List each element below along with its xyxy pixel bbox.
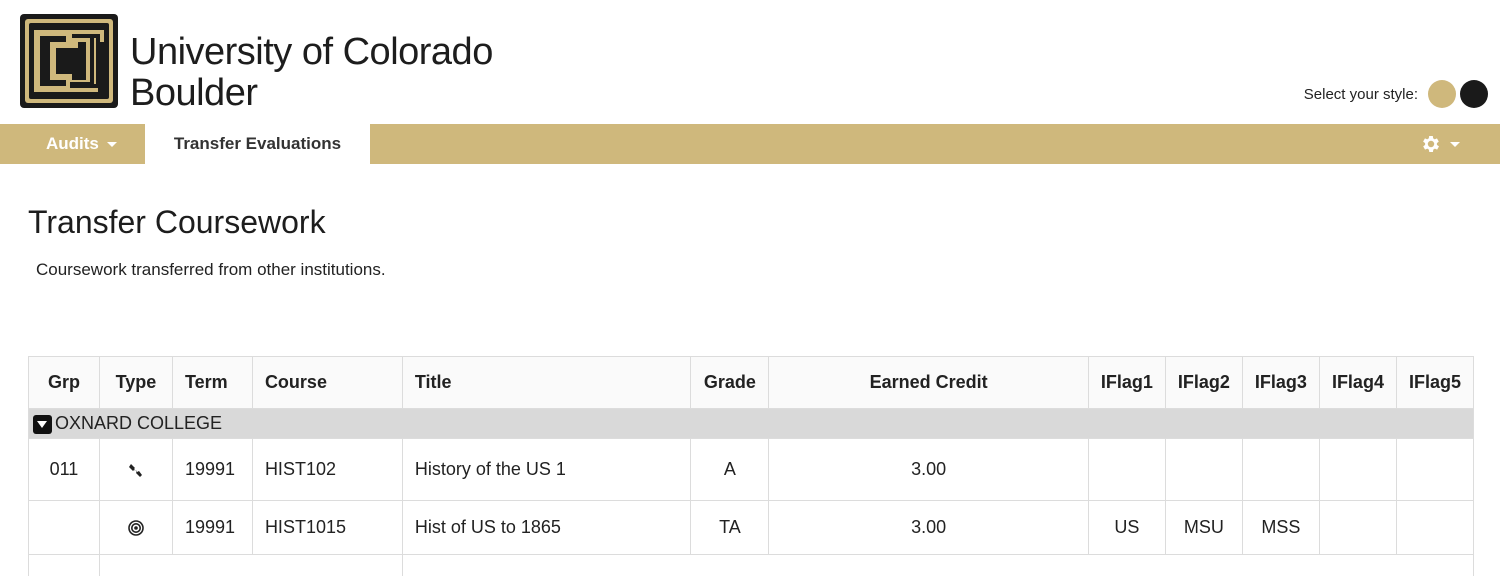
cell-iflag3: MSS — [1241, 500, 1320, 555]
col-header-title[interactable]: Title — [401, 356, 692, 409]
nav-audits-label: Audits — [46, 134, 99, 153]
cell-iflag2: MSU — [1164, 500, 1243, 555]
cell-course: HIST102 — [251, 438, 403, 501]
style-label: Select your style: — [1303, 85, 1418, 103]
col-header-iflag5[interactable]: IFlag5 — [1395, 356, 1475, 409]
cu-logo[interactable] — [20, 14, 118, 108]
cell-term: 19991 — [171, 500, 253, 555]
wrench-icon — [128, 464, 142, 478]
cell-course: HIST1015 — [251, 500, 403, 555]
group-row-oxnard-college: OXNARD COLLEGE — [28, 408, 1474, 439]
group-cell: OXNARD COLLEGE — [28, 408, 1474, 439]
table-row: 011 19991 HIST102 History of the US 1 A … — [28, 438, 1475, 501]
brand-name: University of Colorado Boulder — [130, 32, 493, 114]
col-header-grp[interactable]: Grp — [28, 356, 100, 409]
cell-grade: A — [690, 438, 770, 501]
cell-earned-credit: 3.00 — [768, 438, 1089, 501]
col-header-type[interactable]: Type — [98, 356, 173, 409]
nav-audits-dropdown[interactable]: Audits — [28, 124, 135, 164]
col-header-iflag4[interactable]: IFlag4 — [1318, 356, 1397, 409]
page-description: Coursework transferred from other instit… — [36, 260, 386, 279]
col-header-grade[interactable]: Grade — [690, 356, 770, 409]
cell-earned-credit: 3.00 — [768, 500, 1089, 555]
brand-line-2: Boulder — [130, 72, 258, 114]
col-header-iflag3[interactable]: IFlag3 — [1241, 356, 1320, 409]
cell-grade: TA — [690, 500, 770, 555]
cell-type — [98, 500, 173, 555]
collapse-toggle-icon[interactable] — [33, 414, 52, 434]
black-style-swatch[interactable] — [1460, 80, 1488, 108]
cell-title: History of the US 1 — [401, 438, 692, 501]
cell-iflag3 — [1241, 438, 1320, 501]
cell-iflag2 — [1164, 438, 1243, 501]
brand-line-1: University of Colorado — [130, 31, 493, 73]
cell-empty — [28, 554, 100, 576]
main-nav: Audits Transfer Evaluations — [0, 124, 1500, 164]
table-header-row: Grp Type Term Course Title Grade Earned … — [28, 356, 1475, 409]
cell-iflag1 — [1087, 438, 1166, 501]
nav-transfer-label: Transfer Evaluations — [173, 134, 342, 153]
cell-iflag5 — [1395, 438, 1475, 501]
caret-down-icon — [1450, 141, 1460, 147]
group-name: OXNARD COLLEGE — [55, 413, 223, 433]
col-header-term[interactable]: Term — [171, 356, 253, 409]
cell-iflag5 — [1395, 500, 1475, 555]
target-icon — [128, 520, 144, 537]
cell-grp — [28, 500, 100, 555]
cell-term: 19991 — [171, 438, 253, 501]
col-header-iflag2[interactable]: IFlag2 — [1164, 356, 1243, 409]
table-row — [28, 554, 1475, 576]
cell-empty — [98, 554, 403, 576]
cell-iflag4 — [1318, 438, 1397, 501]
cell-iflag4 — [1318, 500, 1397, 555]
cell-iflag1: US — [1087, 500, 1166, 555]
page-title: Transfer Coursework — [28, 204, 326, 240]
col-header-earned-credit[interactable]: Earned Credit — [768, 356, 1089, 409]
cell-grp: 011 — [28, 438, 100, 501]
caret-down-icon — [106, 141, 117, 147]
cell-type — [98, 438, 173, 501]
transfer-coursework-table: Grp Type Term Course Title Grade Earned … — [28, 356, 1475, 576]
cell-title: Hist of US to 1865 — [401, 500, 692, 555]
style-selector: Select your style: — [1304, 80, 1488, 108]
col-header-iflag1[interactable]: IFlag1 — [1087, 356, 1166, 409]
nav-transfer-evaluations[interactable]: Transfer Evaluations — [145, 124, 370, 164]
gear-icon — [1423, 136, 1439, 152]
cell-empty — [401, 554, 1475, 576]
col-header-course[interactable]: Course — [251, 356, 403, 409]
header: University of Colorado Boulder Select yo… — [0, 0, 1500, 124]
settings-dropdown[interactable] — [1420, 124, 1460, 164]
table-row: 19991 HIST1015 Hist of US to 1865 TA 3.0… — [28, 500, 1475, 555]
gold-style-swatch[interactable] — [1428, 80, 1456, 108]
